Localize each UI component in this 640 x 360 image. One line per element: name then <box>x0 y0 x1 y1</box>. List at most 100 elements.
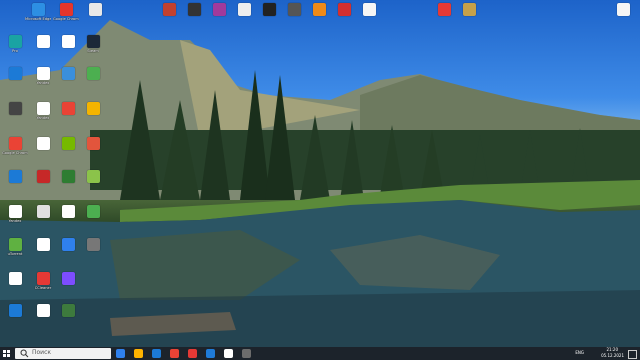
app-icon <box>61 304 75 317</box>
taskbar-app-6[interactable] <box>206 349 215 358</box>
app-icon <box>61 67 75 80</box>
icon-d1[interactable]: Yandex <box>30 102 56 120</box>
icon-d2[interactable] <box>55 102 81 116</box>
taskbar-app-1[interactable] <box>116 349 125 358</box>
icon-g0[interactable]: Yandex <box>2 205 28 223</box>
app-icon <box>212 3 226 16</box>
icon-a1[interactable]: Microsoft Edge <box>25 3 51 21</box>
icon-b3[interactable]: Steam <box>80 35 106 53</box>
notification-icon[interactable] <box>628 350 637 359</box>
app-icon <box>86 170 100 183</box>
app-icon <box>312 3 326 16</box>
app-icon <box>162 3 176 16</box>
taskbar: Поиск ENG 21:20 05.12.2021 <box>0 347 640 360</box>
icon-t9[interactable] <box>356 3 382 17</box>
icon-label: Google Chrome <box>2 151 28 155</box>
clock-time[interactable]: 21:20 <box>606 348 618 352</box>
icon-t3[interactable] <box>206 3 232 17</box>
icon-label: Yandex <box>36 116 50 120</box>
icon-label: Steam <box>87 49 99 53</box>
app-icon <box>8 238 22 251</box>
taskbar-app-3[interactable] <box>152 349 161 358</box>
icon-e1[interactable] <box>30 137 56 151</box>
taskbar-app-2[interactable] <box>134 349 143 358</box>
start-button[interactable] <box>0 347 14 360</box>
icon-f3[interactable] <box>80 170 106 184</box>
app-icon <box>8 102 22 115</box>
icon-recycle[interactable] <box>82 3 108 17</box>
app-icon <box>8 304 22 317</box>
icon-i0[interactable] <box>2 272 28 286</box>
icon-f1[interactable] <box>30 170 56 184</box>
icon-c3[interactable] <box>80 67 106 81</box>
app-icon <box>86 102 100 115</box>
taskbar-app-8[interactable] <box>242 349 251 358</box>
icon-c1[interactable]: Yandex <box>30 67 56 85</box>
icon-f2[interactable] <box>55 170 81 184</box>
app-icon <box>61 205 75 218</box>
app-icon <box>437 3 451 16</box>
icon-h1[interactable] <box>30 238 56 252</box>
icon-t5[interactable] <box>256 3 282 17</box>
icon-b0[interactable]: Pro <box>2 35 28 53</box>
icon-d0[interactable] <box>2 102 28 116</box>
icon-j2[interactable] <box>55 304 81 318</box>
icon-g3[interactable] <box>80 205 106 219</box>
icon-b1[interactable] <box>30 35 56 49</box>
clock-date[interactable]: 05.12.2021 <box>601 354 624 358</box>
taskbar-app-5[interactable] <box>188 349 197 358</box>
icon-t8[interactable] <box>331 3 357 17</box>
app-icon <box>8 67 22 80</box>
language-indicator[interactable]: ENG <box>575 351 584 355</box>
app-icon <box>36 170 50 183</box>
app-icon <box>262 3 276 16</box>
icon-f0[interactable] <box>2 170 28 184</box>
icon-t4[interactable] <box>231 3 257 17</box>
search-placeholder: Поиск <box>32 349 52 356</box>
icon-t2[interactable] <box>181 3 207 17</box>
icon-t11[interactable] <box>456 3 482 17</box>
app-icon <box>86 67 100 80</box>
taskbar-app-7[interactable] <box>224 349 233 358</box>
app-icon <box>462 3 476 16</box>
icon-t10[interactable] <box>431 3 457 17</box>
icon-g1[interactable] <box>30 205 56 219</box>
icon-d3[interactable] <box>80 102 106 116</box>
taskbar-app-4[interactable] <box>170 349 179 358</box>
icon-h0[interactable]: uTorrent <box>2 238 28 256</box>
icon-e0[interactable]: Google Chrome <box>2 137 28 155</box>
search-box[interactable]: Поиск <box>15 348 111 359</box>
icon-t7[interactable] <box>306 3 332 17</box>
app-icon <box>36 35 50 48</box>
app-icon <box>8 35 22 48</box>
icon-label: Google Chrome <box>53 17 79 21</box>
app-icon <box>36 304 50 317</box>
icon-t1[interactable] <box>156 3 182 17</box>
app-icon <box>61 137 75 150</box>
icon-label: Yandex <box>8 219 22 223</box>
icon-a2[interactable]: Google Chrome <box>53 3 79 21</box>
icon-c0[interactable] <box>2 67 28 81</box>
icon-label: uTorrent <box>7 252 23 256</box>
icon-e3[interactable] <box>80 137 106 151</box>
app-icon <box>8 205 22 218</box>
icon-j1[interactable] <box>30 304 56 318</box>
icon-h3[interactable] <box>80 238 106 252</box>
icon-i1[interactable]: CCleaner <box>30 272 56 290</box>
icon-h2[interactable] <box>55 238 81 252</box>
icon-e2[interactable] <box>55 137 81 151</box>
app-icon <box>8 137 22 150</box>
icon-c2[interactable] <box>55 67 81 81</box>
icon-b2[interactable] <box>55 35 81 49</box>
app-icon <box>337 3 351 16</box>
icon-i2[interactable] <box>55 272 81 286</box>
icon-t6[interactable] <box>281 3 307 17</box>
app-icon <box>61 272 75 285</box>
app-icon <box>187 3 201 16</box>
app-icon <box>88 3 102 16</box>
icon-g2[interactable] <box>55 205 81 219</box>
app-icon <box>8 272 22 285</box>
icon-j0[interactable] <box>2 304 28 318</box>
app-icon <box>61 102 75 115</box>
icon-t12[interactable] <box>610 3 636 17</box>
